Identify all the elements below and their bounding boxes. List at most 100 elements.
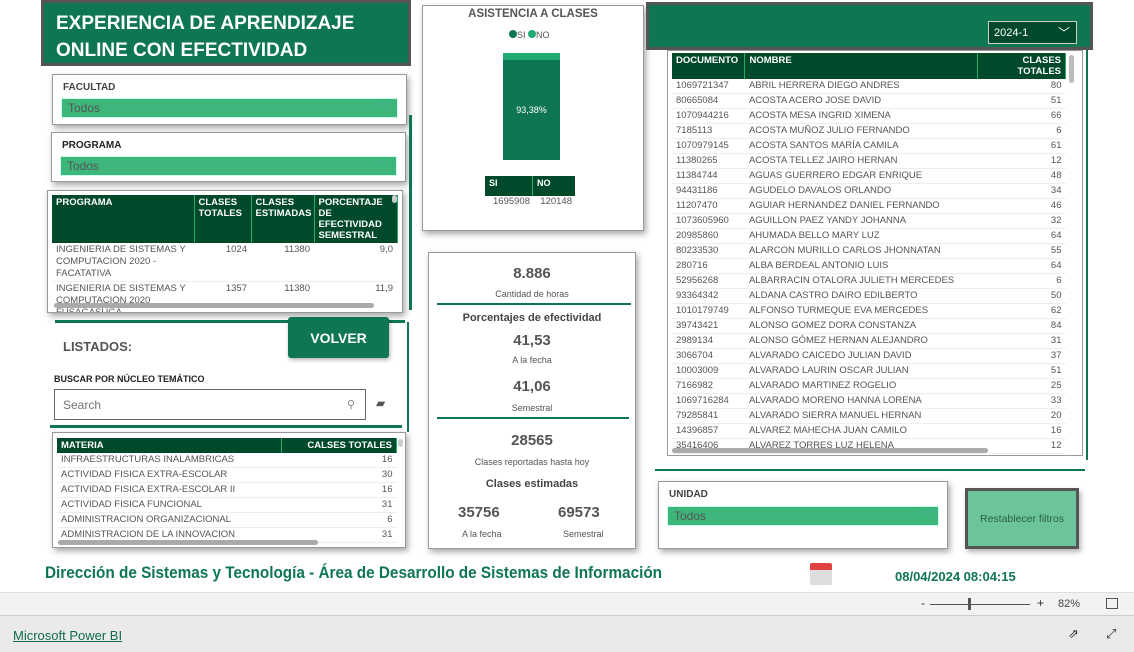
divider [409,115,412,310]
table-cell: 64 [977,228,1066,244]
table-cell: AGUILLON PAEZ YANDY JOHANNA [744,213,978,229]
column-header[interactable]: CLASES TOTALES [194,195,252,243]
docente-row[interactable]: 52956268 ALBARRACIN OTALORA JULIETH MERCE… [672,273,1066,289]
table-cell: ACTIVIDAD FISICA EXTRA-ESCOLAR [57,467,282,483]
search-box: ⚲ [54,389,366,420]
vertical-scrollbar[interactable] [392,195,397,203]
zoom-slider[interactable] [930,604,1030,605]
reportadas-value: 28565 [511,432,553,449]
docente-row[interactable]: 80233530 ALARCON MURILLO CARLOS JHONNATAN… [672,243,1066,259]
materia-table: MATERIA CALSES TOTALES INFRAESTRUCTURAS I… [52,432,406,548]
period-dropdown[interactable]: 2024-1 ﹀ [988,21,1077,44]
facultad-dropdown[interactable]: Todos ﹀ [61,98,398,118]
legend-no: NO [528,30,550,40]
divider [50,425,402,428]
share-icon[interactable]: ⇗ [1068,626,1079,642]
horizontal-scrollbar[interactable] [54,303,374,308]
si-header[interactable]: SI [485,176,533,196]
column-header[interactable]: CLASES ESTIMADAS [251,195,315,243]
table-cell: 38 [977,453,1066,455]
docente-row[interactable]: 280716 ALBA BERDEAL ANTONIO LUIS 64 [672,258,1066,274]
docente-row[interactable]: 1069721347 ABRIL HERRERA DIEGO ANDRES 80 [672,79,1066,94]
docente-row[interactable]: 1073605960 AGUILLON PAEZ YANDY JOHANNA 32 [672,213,1066,229]
no-value: 120148 [540,196,572,207]
docente-row[interactable]: 14396857 ALVAREZ MAHECHA JUAN CAMILO 16 [672,423,1066,439]
search-input[interactable] [63,398,323,412]
bar-segment-no[interactable] [503,53,560,60]
table-cell: AGUIAR HERNANDEZ DANIEL FERNANDO [744,198,978,214]
materia-row[interactable]: INFRAESTRUCTURAS INALAMBRICAS 16 [57,453,397,468]
period-header: 2024-1 ﹀ [646,2,1093,50]
docente-row[interactable]: 20985860 AHUMADA BELLO MARY LUZ 64 [672,228,1066,244]
docente-row[interactable]: 1069716284 ALVARADO MORENO HANNA LORENA 33 [672,393,1066,409]
docente-row[interactable]: 11380265 ACOSTA TELLEZ JAIRO HERNAN 12 [672,153,1066,169]
table-cell: 94431186 [672,183,745,199]
table-cell: ALVARADO LAURIN OSCAR JULIAN [744,363,978,379]
table-cell: 20 [977,408,1066,424]
materia-row[interactable]: ACTIVIDAD FISICA EXTRA-ESCOLAR II 16 [57,482,397,498]
footer-text: Dirección de Sistemas y Tecnología - Áre… [45,563,663,582]
table-cell: 11384744 [672,168,745,184]
power-bi-link[interactable]: Microsoft Power BI [13,628,122,643]
refresh-datetime: 08/04/2024 08:04:15 [895,569,1016,584]
docente-row[interactable]: 7185113 ACOSTA MUÑOZ JULIO FERNANDO 6 [672,123,1066,139]
column-header[interactable]: MATERIA [57,438,282,453]
eraser-icon[interactable]: ▰ [376,396,385,410]
table-cell: 2989134 [672,333,745,349]
programa-dropdown[interactable]: Todos ﹀ [60,156,397,176]
docente-row[interactable]: 7166982 ALVARADO MARTINEZ ROGELIO 25 [672,378,1066,394]
no-header[interactable]: NO [533,176,575,196]
docente-row[interactable]: 94431186 AGUDELO DAVALOS ORLANDO 34 [672,183,1066,199]
materia-row[interactable]: ACTIVIDAD FISICA EXTRA-ESCOLAR 30 [57,467,397,483]
column-header[interactable]: CALSES TOTALES [281,438,398,453]
docente-row[interactable]: 93364342 ALDANA CASTRO DAIRO EDILBERTO 50 [672,288,1066,304]
fullscreen-icon[interactable]: ⤢ [1106,626,1116,642]
docente-row[interactable]: 80665084 ACOSTA ACERO JOSE DAVID 51 [672,93,1066,109]
vertical-scrollbar[interactable] [398,439,403,447]
table-cell: 1070979145 [672,138,745,154]
zoom-slider-thumb[interactable] [968,598,971,610]
unidad-label: UNIDAD [669,489,708,500]
table-cell: 6 [977,123,1066,139]
docente-row[interactable]: 79285841 ALVARADO SIERRA MANUEL HERNAN 20 [672,408,1066,424]
horizontal-scrollbar[interactable] [672,448,988,453]
bar-segment-si[interactable]: 93,38% [503,60,560,160]
vertical-scrollbar[interactable] [1069,55,1074,83]
unidad-dropdown[interactable]: Todos ﹀ [667,506,939,526]
docente-row[interactable]: 1053332958ALVAREZ ZAMBRANO JEFFERSON LEO… [672,453,1066,455]
programa-row[interactable]: INGENIERIA DE SISTEMAS Y COMPUTACION 202… [52,243,397,282]
materia-row[interactable]: ACTIVIDAD FISICA FUNCIONAL 31 [57,497,397,513]
docente-row[interactable]: 3066704 ALVARADO CAICEDO JULIAN DAVID 37 [672,348,1066,364]
facultad-label: FACULTAD [63,82,116,93]
reset-filters-button[interactable]: Restablecer filtros [965,488,1079,549]
docente-row[interactable]: 1070979145 ACOSTA SANTOS MARÍA CAMILA 61 [672,138,1066,154]
programa-row[interactable]: INGENIERIA DE SISTEMAS Y COMPUTACION 202… [52,281,397,312]
estimadas-fecha-label: A la fecha [462,529,502,539]
search-icon[interactable]: ⚲ [347,398,355,411]
si-no-table: SI NO 1695908 120148 [485,176,575,207]
table-cell: ABRIL HERRERA DIEGO ANDRES [744,79,978,94]
zoom-out-button[interactable]: - [921,596,925,610]
docente-row[interactable]: 2989134 ALONSO GÓMEZ HERNAN ALEJANDRO 31 [672,333,1066,349]
fit-to-page-icon[interactable] [1106,598,1118,609]
column-header[interactable]: DOCUMENTO [672,53,746,79]
column-header[interactable]: CLASES TOTALES [977,53,1066,79]
volver-button[interactable]: VOLVER [288,317,389,358]
horizontal-scrollbar[interactable] [58,540,318,545]
column-header[interactable]: NOMBRE [744,53,979,79]
zoom-in-button[interactable]: + [1037,596,1044,610]
docente-row[interactable]: 39743421 ALONSO GOMEZ DORA CONSTANZA 84 [672,318,1066,334]
table-cell: 10003009 [672,363,745,379]
docente-row[interactable]: 10003009 ALVARADO LAURIN OSCAR JULIAN 51 [672,363,1066,379]
docente-row[interactable]: 1070944216 ACOSTA MESA INGRID XIMENA 66 [672,108,1066,124]
column-header[interactable]: PORCENTAJE DE EFECTIVIDAD SEMESTRAL [314,195,398,243]
docente-row[interactable]: 11384744 AGUAS GUERRERO EDGAR ENRIQUE 48 [672,168,1066,184]
table-cell: 11,9 [314,281,397,312]
column-header[interactable]: PROGRAMA [52,195,195,243]
table-cell: INGENIERIA DE SISTEMAS Y COMPUTACION 202… [52,281,194,312]
table-cell: 66 [977,108,1066,124]
table-cell: 80665084 [672,93,745,109]
materia-row[interactable]: ADMINISTRACION ORGANIZACIONAL 6 [57,512,397,528]
docente-row[interactable]: 1010179749 ALFONSO TURMEQUE EVA MERCEDES 6… [672,303,1066,319]
docente-row[interactable]: 11207470 AGUIAR HERNANDEZ DANIEL FERNANDO… [672,198,1066,214]
